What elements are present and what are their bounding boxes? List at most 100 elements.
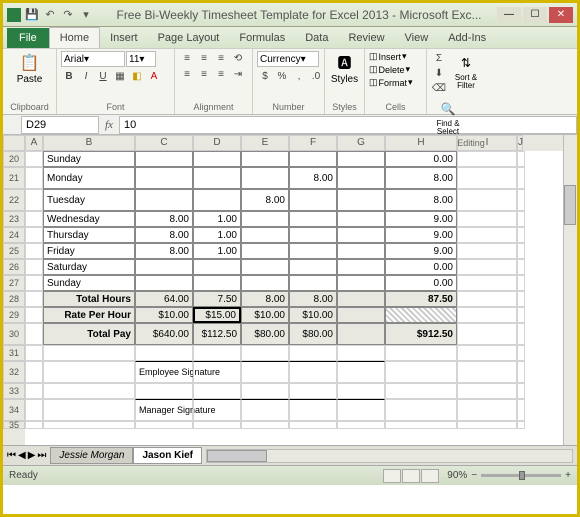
font-name-select[interactable]: Arial ▾	[61, 51, 125, 67]
hscroll-thumb[interactable]	[207, 450, 267, 462]
font-size-select[interactable]: 11 ▾	[126, 51, 156, 67]
orientation-icon[interactable]: ⟲	[230, 51, 246, 65]
group-alignment: ≡ ≡ ≡ ⟲ ≡ ≡ ≡ ⇥ Alignment	[175, 49, 253, 114]
zoom-slider[interactable]	[481, 474, 561, 477]
paste-button[interactable]: 📋 Paste	[7, 51, 52, 87]
tab-formulas[interactable]: Formulas	[229, 28, 295, 48]
autosum-icon[interactable]: Σ	[431, 51, 447, 65]
tab-review[interactable]: Review	[338, 28, 394, 48]
find-icon: 🔍	[438, 99, 458, 119]
sort-icon: ⇅	[456, 53, 476, 73]
tab-prev-icon[interactable]: ◀	[18, 450, 26, 461]
percent-icon[interactable]: %	[274, 69, 290, 83]
currency-icon[interactable]: $	[257, 69, 273, 83]
cell-grid[interactable]: Sunday0.00Monday8.008.00Tuesday8.008.00W…	[25, 151, 563, 445]
page-break-view-icon[interactable]	[421, 469, 439, 483]
align-bottom-icon[interactable]: ≡	[213, 51, 229, 65]
group-styles: 🅰 Styles Styles	[325, 49, 365, 114]
align-center-icon[interactable]: ≡	[196, 67, 212, 81]
fx-icon[interactable]: fx	[99, 119, 119, 131]
maximize-button[interactable]: ☐	[523, 7, 547, 23]
ribbon: 📋 Paste Clipboard Arial ▾ 11 ▾ B I U ▦ ◧…	[3, 49, 577, 115]
tab-view[interactable]: View	[395, 28, 439, 48]
styles-label: Styles	[329, 102, 360, 112]
tab-first-icon[interactable]: ⏮	[7, 450, 16, 461]
tab-insert[interactable]: Insert	[100, 28, 148, 48]
zoom-level[interactable]: 90%	[447, 470, 467, 481]
find-select-button[interactable]: 🔍 Find & Select	[431, 97, 465, 138]
name-box[interactable]: D29	[21, 116, 99, 134]
clear-icon[interactable]: ⌫	[431, 81, 447, 95]
number-label: Number	[257, 102, 320, 112]
comma-icon[interactable]: ,	[291, 69, 307, 83]
cells-label: Cells	[369, 102, 422, 112]
status-bar: Ready 90% − +	[3, 465, 577, 485]
fill-icon[interactable]: ⬇	[431, 66, 447, 80]
title-bar: 💾 ↶ ↷ ▾ Free Bi-Weekly Timesheet Templat…	[3, 3, 577, 27]
save-icon[interactable]: 💾	[25, 8, 39, 22]
tab-next-icon[interactable]: ▶	[28, 450, 36, 461]
zoom-control: 90% − +	[447, 470, 571, 481]
row-headers[interactable]: 20212223242526272829303132333435	[3, 151, 25, 445]
tab-nav: ⏮ ◀ ▶ ⏭	[3, 450, 50, 461]
tab-data[interactable]: Data	[295, 28, 338, 48]
zoom-in-icon[interactable]: +	[565, 470, 571, 481]
alignment-label: Alignment	[179, 102, 248, 112]
sheet-tab-active[interactable]: Jason Kief	[133, 447, 202, 464]
bold-button[interactable]: B	[61, 69, 77, 83]
italic-button[interactable]: I	[78, 69, 94, 83]
minimize-button[interactable]: —	[497, 7, 521, 23]
horizontal-scrollbar[interactable]	[206, 449, 573, 463]
delete-button[interactable]: ◫ Delete ▾	[369, 64, 410, 75]
border-button[interactable]: ▦	[112, 69, 128, 83]
tab-addins[interactable]: Add-Ins	[438, 28, 496, 48]
align-top-icon[interactable]: ≡	[179, 51, 195, 65]
ribbon-tabs: File Home Insert Page Layout Formulas Da…	[3, 27, 577, 49]
increase-decimal-icon[interactable]: .0	[308, 69, 324, 83]
tab-home[interactable]: Home	[49, 27, 100, 48]
insert-button[interactable]: ◫ Insert ▾	[369, 51, 407, 62]
sort-filter-button[interactable]: ⇅ Sort & Filter	[449, 51, 483, 92]
zoom-out-icon[interactable]: −	[471, 470, 477, 481]
sheet-tabs: ⏮ ◀ ▶ ⏭ Jessie Morgan Jason Kief	[3, 445, 577, 465]
window-buttons: — ☐ ✕	[497, 7, 573, 23]
group-number: Currency ▾ $ % , .0 Number	[253, 49, 325, 114]
sheet-tab-inactive[interactable]: Jessie Morgan	[50, 447, 133, 464]
font-label: Font	[61, 102, 170, 112]
underline-button[interactable]: U	[95, 69, 111, 83]
paste-icon: 📋	[20, 53, 40, 73]
redo-icon[interactable]: ↷	[61, 8, 75, 22]
qat-dropdown-icon[interactable]: ▾	[79, 8, 93, 22]
align-right-icon[interactable]: ≡	[213, 67, 229, 81]
indent-icon[interactable]: ⇥	[230, 67, 246, 81]
styles-button[interactable]: 🅰 Styles	[329, 51, 360, 87]
clipboard-label: Clipboard	[7, 102, 52, 112]
tab-last-icon[interactable]: ⏭	[37, 450, 46, 461]
normal-view-icon[interactable]	[383, 469, 401, 483]
file-tab[interactable]: File	[7, 28, 49, 48]
fill-color-button[interactable]: ◧	[129, 69, 145, 83]
group-clipboard: 📋 Paste Clipboard	[3, 49, 57, 114]
vertical-scrollbar[interactable]	[563, 135, 577, 445]
align-left-icon[interactable]: ≡	[179, 67, 195, 81]
group-cells: ◫ Insert ▾ ◫ Delete ▾ ◫ Format ▾ Cells	[365, 49, 427, 114]
page-layout-view-icon[interactable]	[402, 469, 420, 483]
font-color-button[interactable]: A	[146, 69, 162, 83]
view-buttons	[383, 469, 439, 483]
status-ready: Ready	[9, 470, 38, 481]
undo-icon[interactable]: ↶	[43, 8, 57, 22]
tab-page-layout[interactable]: Page Layout	[148, 28, 230, 48]
format-button[interactable]: ◫ Format ▾	[369, 77, 413, 88]
close-button[interactable]: ✕	[549, 7, 573, 23]
quick-access-toolbar: 💾 ↶ ↷ ▾	[25, 8, 93, 22]
styles-icon: 🅰	[335, 53, 355, 73]
worksheet: ABCDEFGHIJ 20212223242526272829303132333…	[3, 135, 577, 445]
window-title: Free Bi-Weekly Timesheet Template for Ex…	[101, 8, 497, 22]
group-editing: Σ ⬇ ⌫ ⇅ Sort & Filter 🔍 Find & Select Ed…	[427, 49, 515, 114]
editing-label: Editing	[431, 138, 511, 148]
group-font: Arial ▾ 11 ▾ B I U ▦ ◧ A Font	[57, 49, 175, 114]
number-format-select[interactable]: Currency ▾	[257, 51, 319, 67]
scroll-thumb[interactable]	[564, 185, 576, 225]
align-middle-icon[interactable]: ≡	[196, 51, 212, 65]
excel-icon	[7, 8, 21, 22]
